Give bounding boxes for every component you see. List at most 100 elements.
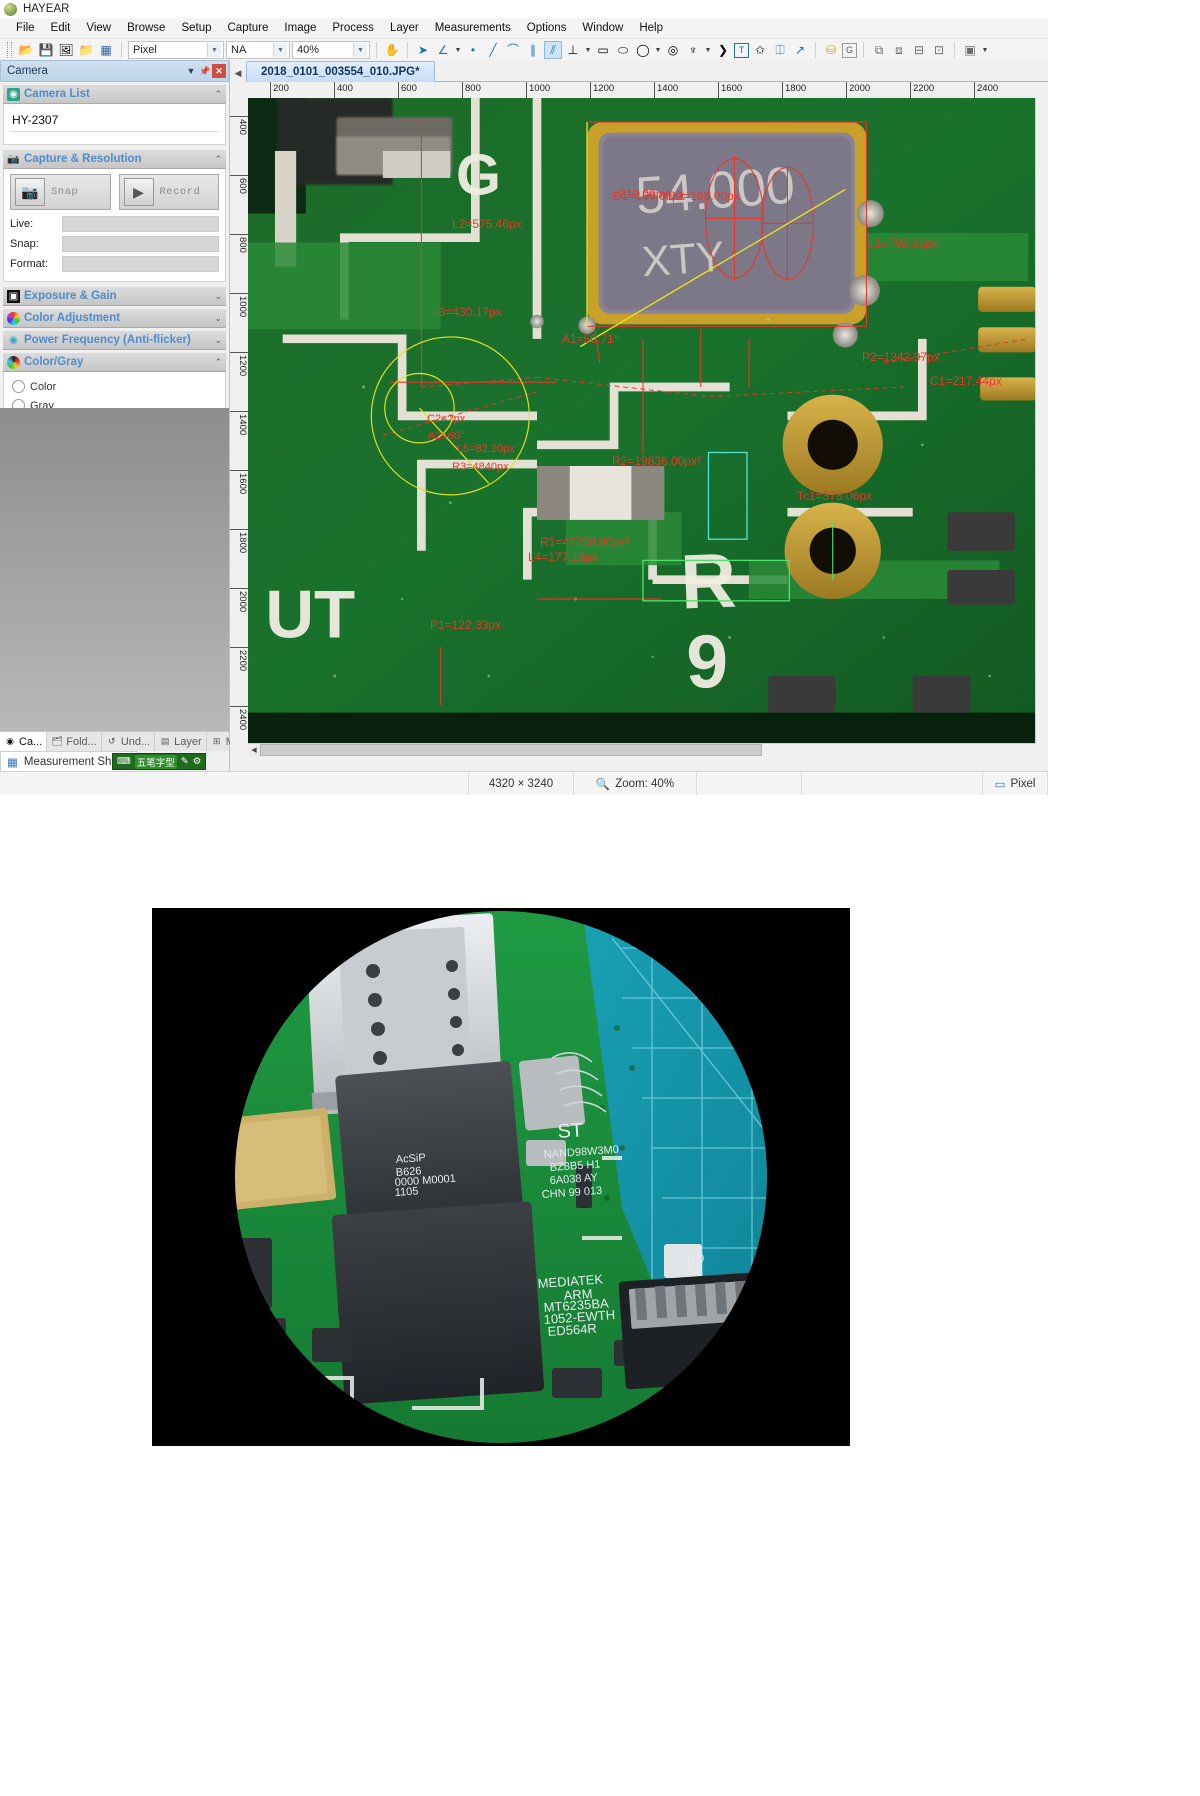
section-header-capture-resolution[interactable]: 📷 Capture & Resolution ⌃ <box>3 149 226 169</box>
measure-e-icon[interactable]: ▣ <box>961 41 979 59</box>
open-file-icon[interactable]: 📂 <box>17 41 35 59</box>
measurement-label-P1[interactable]: P1=122.33px <box>430 618 501 632</box>
multi-line-icon[interactable]: ⫽ <box>544 41 562 59</box>
chevron-up-icon[interactable]: ⌃ <box>214 154 226 165</box>
measurement-label-L1[interactable]: L1=702.21px <box>868 236 938 250</box>
select-arrow-icon[interactable]: ➤ <box>414 41 432 59</box>
menu-item-help[interactable]: Help <box>631 20 671 36</box>
vertical-scrollbar[interactable] <box>1035 98 1048 744</box>
live-select[interactable] <box>62 216 219 232</box>
section-header-color-adjustment[interactable]: Color Adjustment ⌄ <box>3 308 226 328</box>
chevron-left-icon[interactable]: ◀ <box>230 64 246 82</box>
curve-tool-icon[interactable]: ❯ <box>714 41 732 59</box>
chain-dropdown-icon[interactable]: ▼ <box>704 41 712 59</box>
concentric-circle-icon[interactable]: ◎ <box>664 41 682 59</box>
chain-circles-icon[interactable]: ♆ <box>684 41 702 59</box>
rectangle-tool-icon[interactable]: ▭ <box>594 41 612 59</box>
measurement-label-R2[interactable]: R2=19836.00px² <box>612 454 701 468</box>
pen-icon[interactable]: ✎ <box>181 756 189 767</box>
section-header-color-gray[interactable]: Color/Gray ⌃ <box>3 352 226 372</box>
unit-select[interactable]: Pixel ▼ <box>128 41 224 59</box>
angle-tool-dropdown-icon[interactable]: ▼ <box>454 41 462 59</box>
dock-tab-3[interactable]: ▤ Layer <box>155 732 207 751</box>
measurement-label-L4[interactable]: L4=177.18px <box>528 550 598 564</box>
save-icon[interactable]: 💾 <box>37 41 55 59</box>
chevron-down-icon[interactable]: ▼ <box>184 64 198 78</box>
section-header-power-frequency[interactable]: ◉ Power Frequency (Anti-flicker) ⌄ <box>3 330 226 350</box>
stack-icon[interactable]: ⛁ <box>822 41 840 59</box>
star-tool-icon[interactable]: ✩ <box>751 41 769 59</box>
section-header-exposure-gain[interactable]: ▣ Exposure & Gain ⌄ <box>3 286 226 306</box>
measurement-label-A2[interactable]: A2=60° <box>428 430 465 442</box>
calibration-select[interactable]: NA ▼ <box>226 41 290 59</box>
measure-d-icon[interactable]: ⊡ <box>930 41 948 59</box>
measurement-label-C1[interactable]: C1=217.44px <box>930 374 1002 388</box>
toolbar-grip[interactable] <box>7 42 12 58</box>
menu-item-options[interactable]: Options <box>519 20 575 36</box>
ime-mode-label[interactable]: 五笔字型 <box>134 754 177 769</box>
measurement-label-L3[interactable]: L3=430.17px <box>432 305 502 319</box>
grayscale-icon[interactable]: G <box>842 42 857 58</box>
measure-b-icon[interactable]: ⧈ <box>890 41 908 59</box>
close-icon[interactable]: ✕ <box>212 64 226 78</box>
radio-color[interactable]: Color <box>10 377 219 396</box>
zoom-select[interactable]: 40% ▼ <box>292 41 370 59</box>
menu-item-layer[interactable]: Layer <box>382 20 427 36</box>
measurement-label-R1[interactable]: R1=47250.00px² <box>540 535 629 549</box>
chevron-down-icon[interactable]: ⌄ <box>214 291 226 302</box>
ellipse-tool-icon[interactable]: ⬭ <box>614 41 632 59</box>
parallel-line-icon[interactable]: ∥ <box>524 41 542 59</box>
snap-button[interactable]: 📷 Snap <box>10 174 111 210</box>
menu-item-browse[interactable]: Browse <box>119 20 173 36</box>
document-tab[interactable]: 2018_0101_003554_010.JPG* <box>246 61 435 82</box>
measure-dropdown-icon[interactable]: ▼ <box>981 41 989 59</box>
record-button[interactable]: ▶ Record <box>118 174 219 210</box>
menu-item-file[interactable]: File <box>8 20 43 36</box>
dock-tab-2[interactable]: ↺ Und... <box>102 732 156 751</box>
chevron-down-icon[interactable]: ⌄ <box>214 313 226 324</box>
measurement-label-L2[interactable]: L2=575.46px <box>452 217 522 231</box>
menu-item-view[interactable]: View <box>78 20 119 36</box>
snap-select[interactable] <box>62 236 219 252</box>
circle-tool-icon[interactable]: ◯ <box>634 41 652 59</box>
measurement-label-R3[interactable]: R3=4840px <box>452 461 509 473</box>
point-tool-icon[interactable]: • <box>464 41 482 59</box>
ime-indicator[interactable]: ⌨ 五笔字型 ✎ ⚙ <box>112 753 207 770</box>
pin-icon[interactable]: 📌 <box>198 64 212 78</box>
format-select[interactable] <box>62 256 219 272</box>
dock-tab-0[interactable]: ◉ Ca... <box>0 732 48 751</box>
text-tool-icon[interactable]: T <box>734 42 749 58</box>
measurement-label-C2[interactable]: C2=?px <box>427 413 465 425</box>
perpendicular-dropdown-icon[interactable]: ▼ <box>584 41 592 59</box>
measurement-label-D-overlap-3[interactable]: D2=168.00px <box>668 189 740 203</box>
menu-item-setup[interactable]: Setup <box>173 20 219 36</box>
menu-item-process[interactable]: Process <box>324 20 382 36</box>
measurement-label-P2[interactable]: P2=1342.97px <box>862 350 940 364</box>
menu-item-edit[interactable]: Edit <box>43 20 79 36</box>
dock-tab-1[interactable]: 🗂 Fold... <box>47 732 102 751</box>
menu-item-capture[interactable]: Capture <box>220 20 277 36</box>
perpendicular-icon[interactable]: ⊥ <box>564 41 582 59</box>
chevron-down-icon[interactable]: ⌄ <box>214 335 226 346</box>
menu-item-window[interactable]: Window <box>574 20 631 36</box>
pan-hand-icon[interactable]: ✋ <box>383 41 401 59</box>
chevron-down-icon[interactable]: ▼ <box>273 43 287 57</box>
save-image-icon[interactable]: 🖼 <box>57 41 75 59</box>
circle-tool-dropdown-icon[interactable]: ▼ <box>654 41 662 59</box>
open-folder-icon[interactable]: 📁 <box>77 41 95 59</box>
chevron-down-icon[interactable]: ▼ <box>207 43 221 57</box>
measurement-label-L5[interactable]: L5=82.20px <box>457 443 515 455</box>
measurement-label-A1[interactable]: A1=50.71° <box>562 332 619 346</box>
tools-icon[interactable]: ⚙ <box>193 756 202 767</box>
line-tool-icon[interactable]: ╱ <box>484 41 502 59</box>
scrollbar-thumb[interactable] <box>260 744 762 756</box>
menu-item-image[interactable]: Image <box>276 20 324 36</box>
measurement-label-Tc1[interactable]: Tc1=378.06px <box>797 489 872 503</box>
arrow-annotation-icon[interactable]: ↗ <box>791 41 809 59</box>
section-header-camera-list[interactable]: ◉ Camera List ⌃ <box>3 84 226 104</box>
measure-a-icon[interactable]: ⧉ <box>870 41 888 59</box>
menu-item-measurements[interactable]: Measurements <box>427 20 519 36</box>
horizontal-scrollbar[interactable]: ◀ <box>248 743 1036 756</box>
chevron-up-icon[interactable]: ⌃ <box>214 89 226 100</box>
chevron-down-icon[interactable]: ▼ <box>353 43 367 57</box>
